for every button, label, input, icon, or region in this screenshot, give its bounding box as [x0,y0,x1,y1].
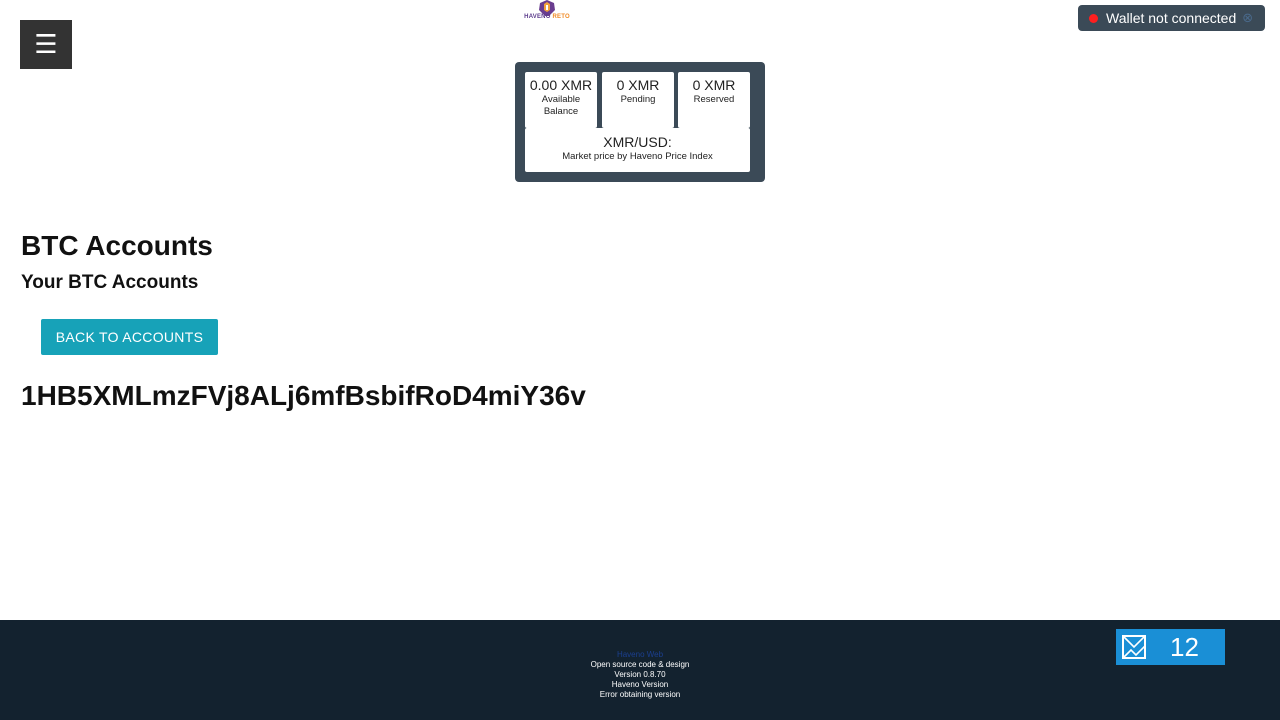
page-title: BTC Accounts [21,230,213,261]
market-price-label: Market price by Haveno Price Index [562,151,713,162]
wallet-status-indicator[interactable]: Wallet not connected ⊗ [1078,5,1265,31]
footer: Haveno Web Open source code & design Ver… [0,620,1280,720]
available-balance-card: 0.00 XMR Available Balance [525,72,597,128]
footer-info: Haveno Web Open source code & design Ver… [540,650,740,700]
market-price-value: XMR/USD: [603,134,672,150]
footer-line-1: Open source code & design [590,660,690,669]
btc-address: 1HB5XMLmzFVj8ALj6mfBsbifRoD4miY36v [21,380,586,411]
menu-button[interactable]: ☰ [20,20,72,69]
status-dot-icon [1089,13,1098,23]
close-icon[interactable]: ⊗ [1242,10,1253,26]
hamburger-icon: ☰ [34,29,58,60]
reserved-balance-label: Reserved [693,94,735,105]
notification-badge[interactable]: 12 [1116,629,1225,665]
reserved-balance-value: 0 XMR [692,77,736,93]
footer-line-4: Error obtaining version [599,690,681,699]
badge-count: 12 [1170,631,1199,662]
market-price-card: XMR/USD: Market price by Haveno Price In… [525,128,750,172]
available-balance-value: 0.00 XMR [529,77,593,93]
logo-text: HAVENO RETO [524,14,570,20]
available-balance-label: Available Balance [541,94,581,117]
footer-link[interactable]: Haveno Web [540,650,740,660]
balance-panel: 0.00 XMR Available Balance 0 XMR Pending… [515,62,765,182]
pending-balance-value: 0 XMR [616,77,660,93]
broken-image-icon [1122,635,1146,659]
pending-balance-card: 0 XMR Pending [602,72,674,128]
footer-line-3: Haveno Version [611,680,669,689]
page-subtitle: Your BTC Accounts [21,272,199,293]
reserved-balance-card: 0 XMR Reserved [678,72,750,128]
footer-line-2: Version 0.8.70 [614,670,666,679]
haveno-logo[interactable]: HAVENO RETO [519,0,575,24]
pending-balance-label: Pending [620,94,656,105]
back-to-accounts-button[interactable]: BACK TO ACCOUNTS [41,319,218,355]
wallet-status-text: Wallet not connected [1106,10,1237,26]
